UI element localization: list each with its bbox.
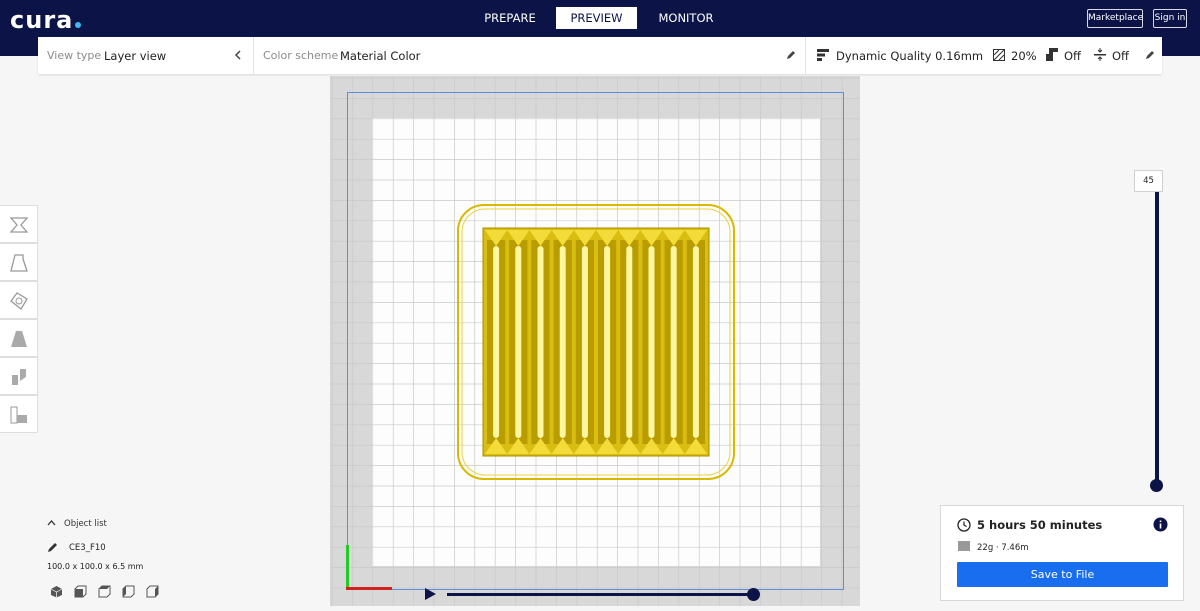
3d-view-icon[interactable] bbox=[50, 585, 63, 598]
scale-tool-button[interactable] bbox=[0, 243, 38, 281]
model-column-highlight bbox=[626, 246, 633, 438]
mirror-tool-icon bbox=[11, 331, 27, 347]
object-dimensions: 100.0 x 100.0 x 6.5 mm bbox=[47, 562, 144, 571]
model-column-highlight bbox=[648, 246, 655, 438]
marketplace-button[interactable]: Marketplace bbox=[1087, 9, 1143, 28]
view-toolbar: View type Layer view Color scheme Materi… bbox=[38, 37, 1162, 74]
save-to-file-button[interactable]: Save to File bbox=[957, 562, 1168, 587]
print-time: 5 hours 50 minutes bbox=[977, 518, 1103, 532]
model-column-highlight bbox=[581, 246, 588, 438]
support-icon bbox=[1046, 48, 1058, 61]
adhesion-icon bbox=[1094, 48, 1106, 61]
material-usage: 22g · 7.46m bbox=[977, 543, 1029, 553]
axis-indicator bbox=[346, 545, 392, 590]
object-name: CE3_F10 bbox=[69, 543, 106, 553]
model-column-highlight bbox=[559, 246, 566, 438]
pencil-icon[interactable] bbox=[47, 542, 58, 553]
print-settings-selector[interactable]: Dynamic Quality 0.16mm 20% Off Off bbox=[806, 37, 1162, 74]
color-scheme-value: Material Color bbox=[340, 49, 421, 63]
color-scheme-label: Color scheme bbox=[263, 49, 339, 62]
color-scheme-selector[interactable]: Color scheme Material Color bbox=[254, 37, 804, 74]
layer-preview-model[interactable] bbox=[455, 200, 737, 484]
tab-prepare[interactable]: PREPARE bbox=[476, 7, 544, 29]
rotate-tool-icon bbox=[10, 292, 28, 310]
front-view-icon[interactable] bbox=[74, 585, 87, 598]
pencil-icon[interactable] bbox=[786, 50, 796, 60]
per-model-settings-button[interactable] bbox=[0, 357, 38, 395]
pencil-icon[interactable] bbox=[1145, 50, 1155, 60]
right-view-icon[interactable] bbox=[146, 585, 159, 598]
model-column-highlight bbox=[493, 246, 500, 438]
model-column-highlight bbox=[692, 246, 699, 438]
model-column-highlight bbox=[537, 246, 544, 438]
left-view-icon[interactable] bbox=[122, 585, 135, 598]
model-column-highlight bbox=[515, 246, 522, 438]
top-view-icon[interactable] bbox=[98, 585, 111, 598]
view-type-label: View type bbox=[47, 49, 102, 62]
support-blocker-icon bbox=[10, 406, 27, 424]
view-type-value: Layer view bbox=[104, 49, 167, 63]
infill-icon bbox=[993, 49, 1005, 61]
chevron-up-icon bbox=[47, 520, 56, 526]
info-icon[interactable] bbox=[1153, 517, 1168, 532]
view-type-selector[interactable]: View type Layer view bbox=[38, 37, 253, 74]
tab-preview[interactable]: PREVIEW bbox=[556, 7, 637, 29]
play-button[interactable] bbox=[425, 588, 436, 600]
layer-slider-track[interactable] bbox=[1155, 181, 1159, 486]
support-blocker-button[interactable] bbox=[0, 395, 38, 433]
path-slider-track[interactable] bbox=[447, 593, 753, 596]
adhesion-value: Off bbox=[1112, 49, 1129, 63]
move-tool-button[interactable] bbox=[0, 205, 38, 243]
layer-number-badge[interactable]: 45 bbox=[1134, 170, 1163, 192]
layer-slider-bottom-handle[interactable] bbox=[1150, 479, 1163, 492]
signin-button[interactable]: Sign in bbox=[1153, 9, 1187, 28]
clock-icon bbox=[957, 518, 971, 532]
path-slider-handle[interactable] bbox=[747, 588, 760, 601]
object-list-label: Object list bbox=[64, 519, 107, 529]
cura-logo: cura bbox=[10, 6, 82, 34]
tab-monitor[interactable]: MONITOR bbox=[652, 7, 720, 29]
infill-value: 20% bbox=[1011, 49, 1037, 63]
material-spool-icon bbox=[958, 541, 970, 551]
support-value: Off bbox=[1064, 49, 1081, 63]
model-column-highlight bbox=[670, 246, 677, 438]
per-model-settings-icon bbox=[12, 369, 26, 385]
chevron-left-icon[interactable] bbox=[234, 50, 242, 60]
move-tool-icon bbox=[9, 217, 29, 233]
profile-icon bbox=[817, 49, 829, 61]
mirror-tool-button[interactable] bbox=[0, 319, 38, 357]
profile-value: Dynamic Quality 0.16mm bbox=[836, 49, 984, 63]
model-column-highlight bbox=[604, 246, 611, 438]
rotate-tool-button[interactable] bbox=[0, 281, 38, 319]
print-info-panel: 5 hours 50 minutes 22g · 7.46m Save to F… bbox=[940, 505, 1184, 601]
object-list-toggle[interactable]: Object list bbox=[47, 519, 107, 529]
scale-tool-icon bbox=[10, 254, 28, 272]
